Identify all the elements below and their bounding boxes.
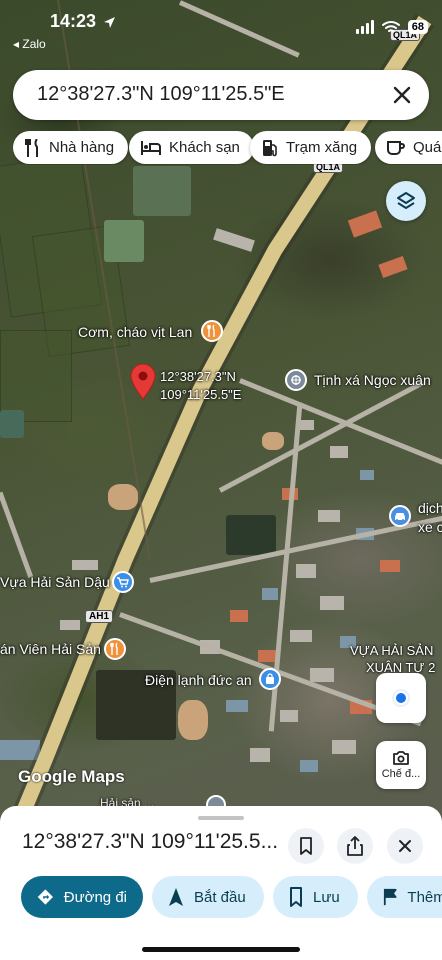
chip-label: Trạm xăng — [286, 139, 358, 156]
restaurant-icon[interactable] — [201, 320, 223, 342]
place-label[interactable]: án Viên Hải Sản — [0, 641, 101, 657]
place-label[interactable]: xe c — [418, 519, 442, 535]
my-location-button[interactable] — [376, 673, 426, 723]
location-pin-icon[interactable] — [130, 364, 156, 400]
directions-label: Đường đi — [63, 888, 127, 906]
gas-station-icon — [263, 139, 277, 156]
chip-hotels[interactable]: Khách sạn — [129, 131, 254, 164]
place-label[interactable]: Vựa Hải Sản Dậu — [0, 574, 110, 590]
chip-gas-stations[interactable]: Trạm xăng — [250, 131, 372, 164]
place-label[interactable]: Tịnh xá Ngọc xuân — [314, 372, 431, 388]
restaurant-icon — [25, 138, 38, 157]
location-arrow-icon — [104, 16, 116, 28]
more-label: Thêm — [407, 888, 442, 906]
start-button[interactable]: Bắt đầu — [152, 876, 264, 918]
close-sheet-button[interactable] — [387, 828, 423, 864]
google-maps-logo: Google Maps — [18, 767, 125, 786]
place-label[interactable]: VỰA HẢI SẢN — [350, 643, 433, 658]
flag-icon — [383, 888, 397, 906]
directions-button[interactable]: Đường đi — [21, 876, 143, 918]
more-button[interactable]: Thêm — [367, 876, 442, 918]
pin-coordinate-label: 12°38'27.3"N — [160, 369, 236, 384]
status-icons: 68 — [355, 20, 428, 34]
shopping-bag-icon[interactable] — [259, 668, 281, 690]
place-label[interactable]: dịch — [418, 500, 442, 516]
place-bottom-sheet[interactable]: 12°38'27.3"N 109°11'25.5... Đường đi Bắt… — [0, 806, 442, 960]
my-location-icon — [392, 689, 410, 707]
street-view-button[interactable]: Chế đ... — [376, 741, 426, 789]
chip-label: Nhà hàng — [49, 139, 115, 156]
temple-icon[interactable] — [285, 369, 307, 391]
status-time: 14:23 — [50, 11, 116, 32]
layers-button[interactable] — [386, 181, 426, 221]
bookmark-icon — [290, 887, 302, 907]
place-label[interactable]: Cơm, cháo vịt Lan — [78, 324, 192, 340]
signal-icon — [355, 20, 374, 34]
route-shield: AH1 — [85, 610, 114, 623]
restaurant-icon[interactable] — [104, 638, 126, 660]
category-chips: Nhà hàng Khách sạn Trạm xăng Quán — [13, 131, 442, 165]
drag-handle[interactable] — [198, 816, 244, 820]
shopping-icon[interactable] — [112, 571, 134, 593]
search-bar[interactable]: 12°38'27.3"N 109°11'25.5"E — [13, 70, 429, 120]
camera-icon — [393, 751, 409, 765]
pin-coordinate-label: 109°11'25.5"E — [160, 387, 242, 402]
home-indicator[interactable] — [142, 947, 300, 952]
chip-cafes[interactable]: Quán — [375, 131, 442, 164]
navigation-arrow-icon — [169, 888, 183, 906]
save-bookmark-button[interactable] — [288, 828, 324, 864]
sheet-title: 12°38'27.3"N 109°11'25.5... — [22, 830, 279, 853]
place-label[interactable]: Điện lạnh đức an — [145, 672, 252, 688]
car-service-icon[interactable] — [389, 505, 411, 527]
search-query-text[interactable]: 12°38'27.3"N 109°11'25.5"E — [37, 83, 285, 106]
close-icon[interactable] — [389, 82, 415, 108]
close-icon — [399, 840, 411, 852]
layers-icon — [397, 192, 415, 209]
hotel-icon — [141, 140, 161, 155]
back-to-app-link[interactable]: ◂ Zalo — [13, 37, 46, 51]
cafe-icon — [387, 140, 405, 155]
share-icon — [347, 836, 363, 856]
chip-restaurants[interactable]: Nhà hàng — [13, 131, 129, 164]
chip-label: Quán — [413, 139, 442, 156]
battery-indicator: 68 — [407, 20, 428, 34]
start-label: Bắt đầu — [194, 888, 246, 906]
street-view-label: Chế đ... — [381, 768, 421, 780]
save-label: Lưu — [313, 888, 340, 906]
wifi-icon — [381, 21, 400, 32]
share-button[interactable] — [337, 828, 373, 864]
save-button[interactable]: Lưu — [273, 876, 358, 918]
directions-icon — [37, 889, 53, 905]
bookmark-icon — [300, 837, 312, 855]
chip-label: Khách sạn — [169, 139, 240, 156]
